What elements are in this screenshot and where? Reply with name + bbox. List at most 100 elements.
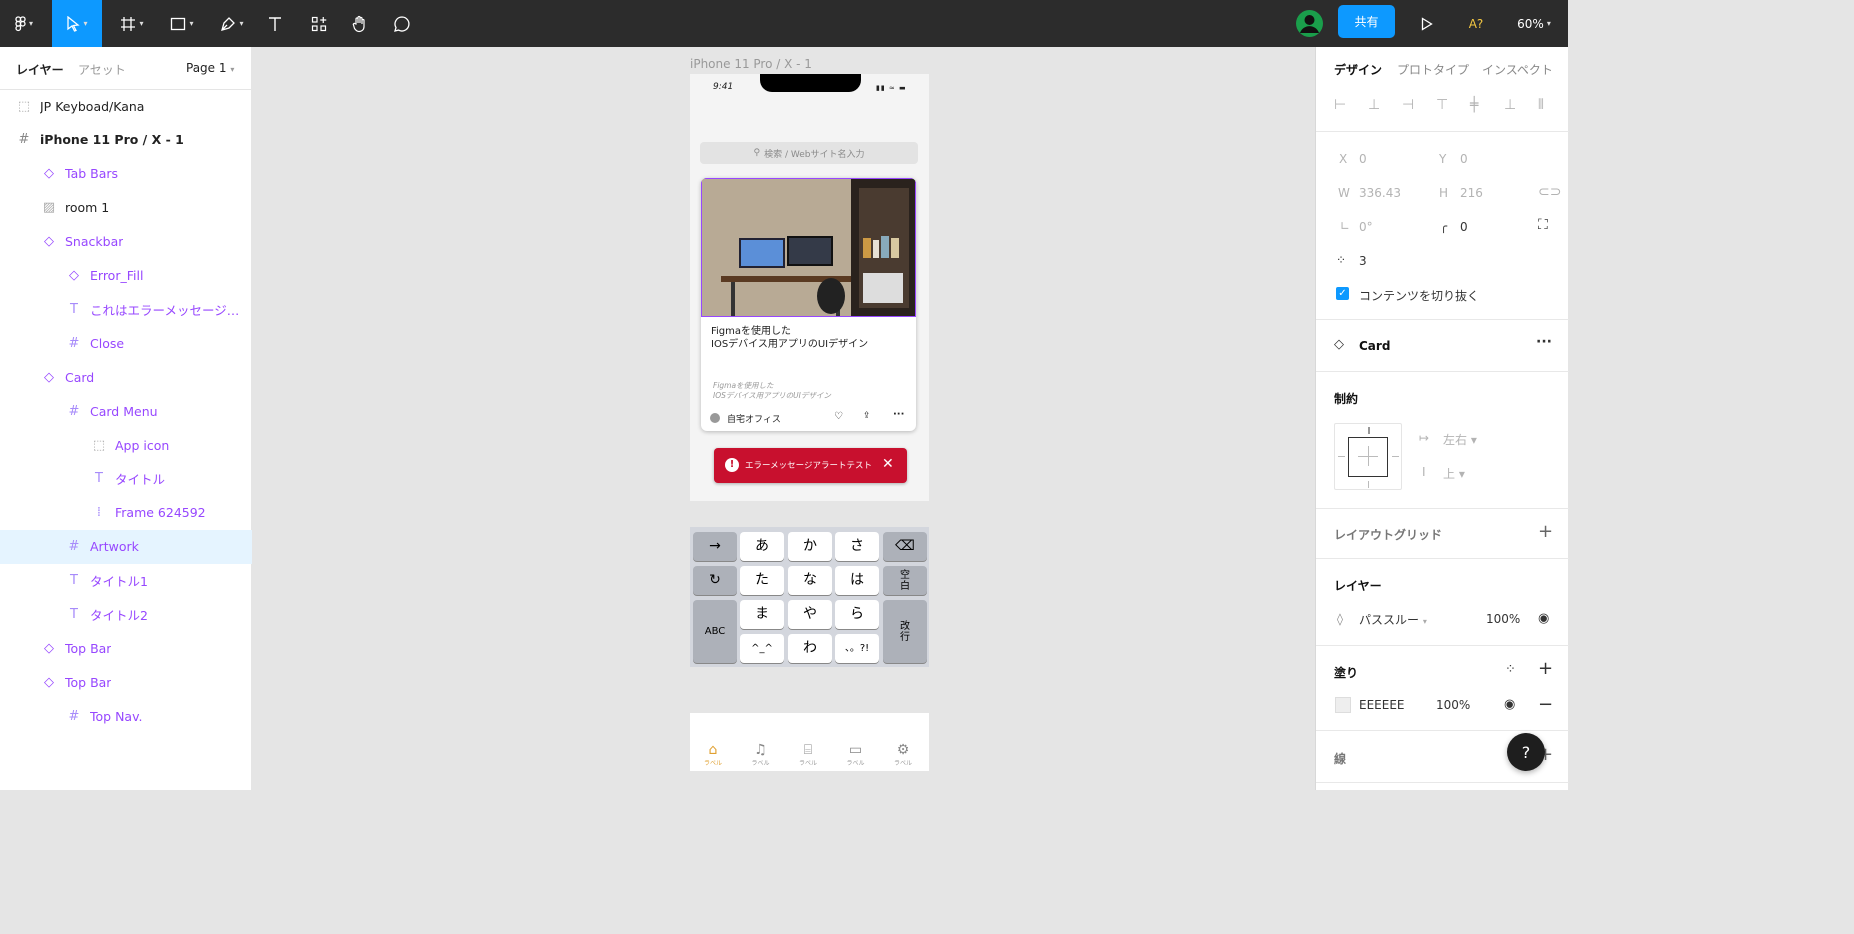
text-tool-button[interactable] xyxy=(262,0,288,47)
constraint-center-h[interactable] xyxy=(1358,456,1378,457)
move-tool-button[interactable]: ▾ xyxy=(52,0,102,47)
canvas[interactable]: iPhone 11 Pro / X - 1 9:41 ▮▮ ≈ ▬ ⚲ 検索 / … xyxy=(253,47,1314,790)
constraint-left[interactable] xyxy=(1338,456,1345,457)
layer-row[interactable]: T タイトル2 xyxy=(0,598,252,632)
layer-row[interactable]: # iPhone 11 Pro / X - 1 xyxy=(0,123,252,157)
keyboard-key[interactable]: ら xyxy=(835,600,879,629)
keyboard-key[interactable]: は xyxy=(835,566,879,595)
frame-label[interactable]: iPhone 11 Pro / X - 1 xyxy=(690,57,812,71)
pen-tool-button[interactable]: ▾ xyxy=(212,0,252,47)
layer-row[interactable]: ⁞ Frame 624592 xyxy=(0,496,252,530)
layer-row[interactable]: # Top Nav. xyxy=(0,699,252,733)
phone-frame[interactable]: 9:41 ▮▮ ≈ ▬ ⚲ 検索 / Webサイト名入力 Figmaを使用した … xyxy=(690,74,929,501)
keyboard-key[interactable]: ⌫ xyxy=(883,532,927,561)
layer-row[interactable]: ◇ Tab Bars xyxy=(0,157,252,191)
align-left-icon[interactable]: ⊢ xyxy=(1334,97,1346,113)
tab-bar-item[interactable]: ⚙ ラベル xyxy=(889,742,917,767)
fill-styles-icon[interactable]: ⁘ xyxy=(1505,662,1516,677)
keyboard-key[interactable]: ^_^ xyxy=(740,634,784,663)
keyboard-key[interactable]: さ xyxy=(835,532,879,561)
keyboard-key[interactable]: 空 白 xyxy=(883,566,927,595)
keyboard-key[interactable]: た xyxy=(740,566,784,595)
more-icon[interactable]: ··· xyxy=(893,409,904,420)
tab-bar-item[interactable]: ♫ ラベル xyxy=(747,742,775,767)
keyboard-key[interactable]: や xyxy=(788,600,832,629)
constraints-widget[interactable] xyxy=(1334,423,1402,490)
align-horizontal-center-icon[interactable]: ⊥ xyxy=(1368,97,1380,113)
clip-content-checkbox[interactable]: ✓ xyxy=(1336,287,1349,300)
keyboard-key[interactable]: な xyxy=(788,566,832,595)
keyboard-key[interactable]: 改 行 xyxy=(883,600,927,663)
keyboard-key[interactable]: 、。?! xyxy=(835,634,879,663)
present-button[interactable] xyxy=(1413,0,1441,47)
remove-fill-icon[interactable]: − xyxy=(1538,694,1553,715)
fill-opacity-input[interactable]: 100% xyxy=(1436,698,1470,712)
resources-button[interactable] xyxy=(305,0,333,47)
comment-tool-button[interactable] xyxy=(388,0,416,47)
count-value[interactable]: 3 xyxy=(1359,254,1367,268)
tab-inspect[interactable]: インスペクト xyxy=(1482,61,1553,78)
independent-corners-icon[interactable]: ⛶ xyxy=(1538,217,1548,233)
shape-tool-button[interactable]: ▾ xyxy=(162,0,202,47)
x-input[interactable]: 0 xyxy=(1359,152,1367,166)
layer-row[interactable]: ▨ room 1 xyxy=(0,191,252,225)
tab-bar-item[interactable]: ⌸ ラベル xyxy=(794,742,822,767)
missing-fonts-button[interactable]: A? xyxy=(1462,0,1490,47)
layer-row[interactable]: T タイトル1 xyxy=(0,564,252,598)
keyboard-key[interactable]: か xyxy=(788,532,832,561)
constrain-proportions-icon[interactable]: ⊂⊃ xyxy=(1538,184,1561,200)
page-selector[interactable]: Page 1 ▾ xyxy=(186,61,234,75)
align-bottom-icon[interactable]: ⊥ xyxy=(1504,97,1516,113)
layer-visibility-eye-icon[interactable]: ◉ xyxy=(1538,611,1549,626)
vertical-constraint-select[interactable]: 上 ▾ xyxy=(1443,465,1465,482)
layer-opacity-input[interactable]: 100% xyxy=(1486,612,1520,626)
corner-radius-input[interactable]: 0 xyxy=(1460,220,1468,234)
keyboard-key[interactable]: あ xyxy=(740,532,784,561)
tab-design[interactable]: デザイン xyxy=(1334,61,1382,78)
layer-row[interactable]: T これはエラーメッセージで... xyxy=(0,292,252,326)
layer-row[interactable]: ◇ Error_Fill xyxy=(0,259,252,293)
share-button[interactable]: 共有 xyxy=(1338,5,1395,38)
frame-tool-button[interactable]: ▾ xyxy=(112,0,152,47)
keyboard-key[interactable]: ABC xyxy=(693,600,737,663)
card[interactable]: Figmaを使用した IOSデバイス用アプリのUIデザイン Figmaを使用した… xyxy=(701,178,916,431)
align-vertical-center-icon[interactable]: ╪ xyxy=(1470,97,1478,113)
align-right-icon[interactable]: ⊣ xyxy=(1402,97,1414,113)
help-button[interactable]: ? xyxy=(1507,733,1545,771)
y-input[interactable]: 0 xyxy=(1460,152,1468,166)
layer-row[interactable]: ◇ Card xyxy=(0,360,252,394)
tab-bar-item[interactable]: ▭ ラベル xyxy=(842,742,870,767)
keyboard-key[interactable]: わ xyxy=(788,634,832,663)
layer-row[interactable]: ⬚ JP Keyboad/Kana xyxy=(0,89,252,123)
keyboard-key[interactable]: → xyxy=(693,532,737,561)
fill-visibility-eye-icon[interactable]: ◉ xyxy=(1504,697,1515,712)
add-fill-icon[interactable]: + xyxy=(1538,658,1553,679)
share-icon[interactable]: ⇪ xyxy=(863,411,871,421)
close-icon[interactable]: ✕ xyxy=(882,456,894,472)
add-layout-grid-icon[interactable]: + xyxy=(1538,521,1553,542)
layer-row[interactable]: ◇ Top Bar xyxy=(0,631,252,665)
fill-hex-input[interactable]: EEEEEE xyxy=(1359,698,1405,712)
keyboard-key[interactable]: ま xyxy=(740,600,784,629)
search-bar[interactable]: ⚲ 検索 / Webサイト名入力 xyxy=(700,142,918,164)
layer-row[interactable]: # Artwork xyxy=(0,529,252,564)
layer-row[interactable]: ◇ Snackbar xyxy=(0,225,252,259)
w-input[interactable]: 336.43 xyxy=(1359,186,1401,200)
hand-tool-button[interactable] xyxy=(346,0,374,47)
tab-assets[interactable]: アセット xyxy=(78,61,126,78)
h-input[interactable]: 216 xyxy=(1460,186,1483,200)
layer-row[interactable]: # Close xyxy=(0,326,252,360)
tab-prototype[interactable]: プロトタイプ xyxy=(1397,61,1469,78)
keyboard-key[interactable]: ↻ xyxy=(693,566,737,595)
layer-row[interactable]: T タイトル xyxy=(0,462,252,496)
horizontal-constraint-select[interactable]: 左右 ▾ xyxy=(1443,431,1477,448)
layer-row[interactable]: ⬚ App icon xyxy=(0,428,252,462)
layer-row[interactable]: # Card Menu xyxy=(0,394,252,428)
constraint-bottom[interactable] xyxy=(1368,481,1369,488)
snackbar[interactable]: ! エラーメッセージアラートテスト ✕ xyxy=(714,448,907,483)
tab-layers[interactable]: レイヤー xyxy=(16,61,64,78)
blend-mode-select[interactable]: パススルー ▾ xyxy=(1359,611,1427,628)
component-more-icon[interactable]: ··· xyxy=(1536,334,1552,350)
tab-bar-item[interactable]: ⌂ ラベル xyxy=(699,742,727,767)
constraint-right[interactable] xyxy=(1392,456,1399,457)
